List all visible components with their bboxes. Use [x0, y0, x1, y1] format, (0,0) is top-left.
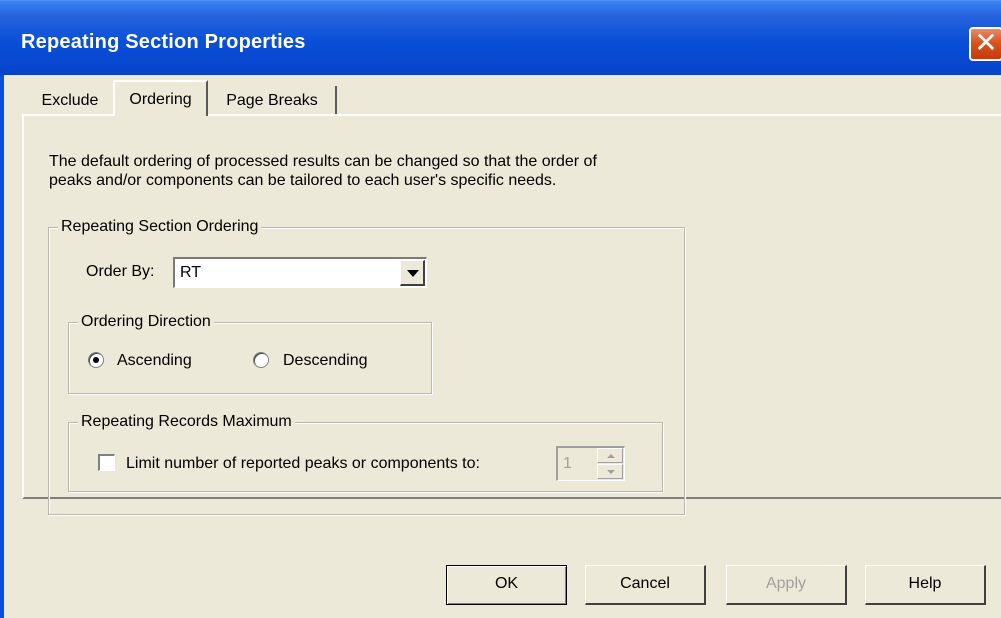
- order-by-label: Order By:: [86, 263, 155, 280]
- description-line-1: The default ordering of processed result…: [49, 153, 597, 170]
- help-button[interactable]: Help: [865, 565, 986, 605]
- order-by-value: RT: [180, 264, 202, 281]
- tab-page-breaks[interactable]: Page Breaks: [209, 86, 337, 114]
- order-by-select[interactable]: RT: [173, 257, 427, 288]
- spin-down-icon[interactable]: [597, 464, 623, 479]
- description-text: The default ordering of processed result…: [49, 152, 749, 190]
- limit-checkbox[interactable]: [98, 454, 115, 471]
- window-title: Repeating Section Properties: [21, 31, 306, 53]
- ok-button[interactable]: OK: [446, 565, 567, 605]
- direction-group-legend: Ordering Direction: [78, 313, 214, 331]
- close-icon: ✕: [974, 27, 998, 58]
- limit-value[interactable]: 1: [563, 455, 572, 473]
- spin-up-icon[interactable]: [597, 448, 623, 463]
- limit-stepper[interactable]: 1: [556, 446, 625, 481]
- descending-label[interactable]: Descending: [283, 352, 368, 370]
- chevron-down-icon[interactable]: [400, 260, 425, 286]
- tab-ordering[interactable]: Ordering: [113, 80, 208, 116]
- apply-button[interactable]: Apply: [726, 565, 847, 605]
- ordering-group-legend: Repeating Section Ordering: [58, 218, 262, 236]
- close-button[interactable]: ✕: [969, 27, 1001, 61]
- cancel-button[interactable]: Cancel: [585, 565, 706, 605]
- limit-label[interactable]: Limit number of reported peaks or compon…: [126, 455, 480, 473]
- records-group-legend: Repeating Records Maximum: [78, 413, 295, 431]
- description-line-2: peaks and/or components can be tailored …: [49, 172, 557, 189]
- tab-exclude[interactable]: Exclude: [28, 86, 112, 114]
- window-border: [0, 75, 4, 618]
- title-bar[interactable]: Repeating Section Properties ✕: [0, 0, 1001, 75]
- ascending-radio[interactable]: [88, 352, 104, 368]
- ascending-label[interactable]: Ascending: [117, 352, 192, 370]
- descending-radio[interactable]: [253, 352, 269, 368]
